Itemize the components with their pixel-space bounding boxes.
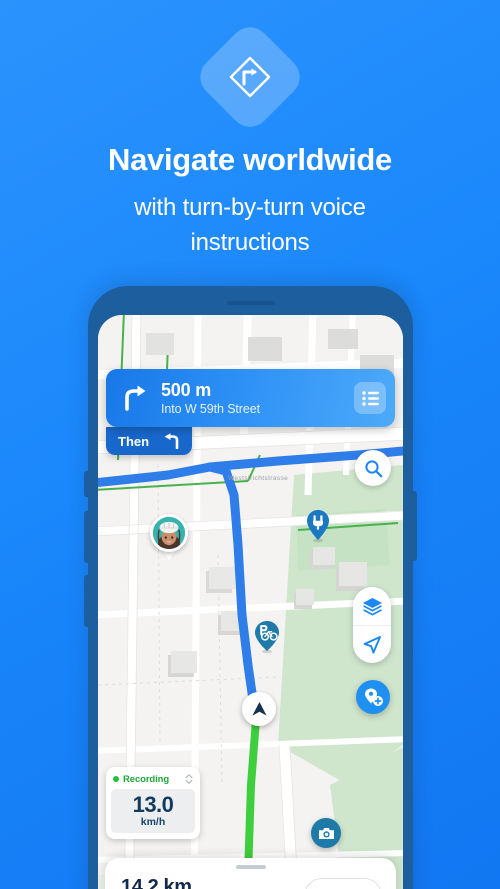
navigation-instruction: 500 m Into W 59th Street xyxy=(155,380,354,416)
turn-left-arrow-icon xyxy=(164,433,179,449)
phone-speaker xyxy=(226,301,275,305)
recording-header: Recording xyxy=(111,772,195,789)
layers-icon xyxy=(362,597,382,615)
phone-mockup: Parking Weststrichtstrasse Straat 500 m … xyxy=(84,286,417,889)
promo-screen: Navigate worldwide with turn-by-turn voi… xyxy=(0,0,500,889)
trip-summary-sheet[interactable]: 14.2 km 51 min · 19:30 ETA End xyxy=(105,858,396,889)
add-place-button[interactable] xyxy=(356,680,390,714)
phone-side-button-power xyxy=(412,491,417,561)
trip-info: 14.2 km 51 min · 19:30 ETA xyxy=(121,876,304,889)
cyclist-avatar-marker[interactable] xyxy=(150,514,188,560)
add-place-pin-icon xyxy=(364,688,383,706)
avatar xyxy=(150,514,188,552)
speed-value: 13.0 xyxy=(132,792,174,817)
trip-distance: 14.2 km xyxy=(121,876,192,889)
camera-icon xyxy=(318,827,334,839)
power-plug-icon xyxy=(307,510,329,543)
phone-side-button-volume-down xyxy=(84,575,89,627)
map-view[interactable]: Parking Weststrichtstrasse Straat 500 m … xyxy=(98,315,403,889)
search-button[interactable] xyxy=(355,450,391,486)
logo-diamond-badge xyxy=(192,19,308,135)
phone-side-button-mute xyxy=(84,471,89,497)
drag-handle[interactable] xyxy=(235,865,266,869)
route-list-button[interactable] xyxy=(354,382,386,414)
then-label: Then xyxy=(118,433,150,449)
heading-arrow-icon xyxy=(251,702,267,716)
recording-dot xyxy=(113,776,119,782)
map-street-label: Weststrichtstrasse xyxy=(228,475,289,482)
then-maneuver-tab[interactable]: Then xyxy=(106,427,193,455)
end-navigation-button[interactable]: End xyxy=(304,878,382,889)
subtitle-line-1: with turn-by-turn voice xyxy=(134,194,366,221)
maneuver-distance: 500 m xyxy=(161,380,212,400)
app-logo xyxy=(0,19,500,135)
turn-right-arrow-icon xyxy=(115,383,155,413)
navigation-arrow-icon xyxy=(363,635,381,654)
camera-button[interactable] xyxy=(311,818,341,848)
subtitle-line-2: instructions xyxy=(190,229,310,256)
bike-parking-pin[interactable] xyxy=(253,620,281,659)
maneuver-street: Into W 59th Street xyxy=(161,402,260,416)
navigation-banner[interactable]: 500 m Into W 59th Street xyxy=(106,369,395,427)
turn-right-diamond-logo-icon xyxy=(229,56,271,98)
route-list-icon xyxy=(361,390,379,406)
speed-readout: 13.0 km/h xyxy=(111,789,195,833)
page-title: Navigate worldwide xyxy=(108,142,392,177)
search-icon xyxy=(364,459,382,477)
ev-charging-pin[interactable] xyxy=(305,509,331,548)
map-controls-pill xyxy=(353,587,391,663)
expand-collapse-chevrons-icon[interactable] xyxy=(185,773,193,785)
speed-unit: km/h xyxy=(140,816,166,828)
locate-me-button[interactable] xyxy=(353,625,391,663)
current-position-marker[interactable] xyxy=(242,692,276,726)
bicycle-parking-icon xyxy=(255,621,279,654)
recording-status-label: Recording xyxy=(123,773,170,785)
layers-button[interactable] xyxy=(353,587,391,625)
phone-side-button-volume-up xyxy=(84,511,89,563)
recording-widget[interactable]: Recording 13.0 km/h xyxy=(106,767,200,839)
page-subtitle: with turn-by-turn voice instructions xyxy=(0,190,500,260)
